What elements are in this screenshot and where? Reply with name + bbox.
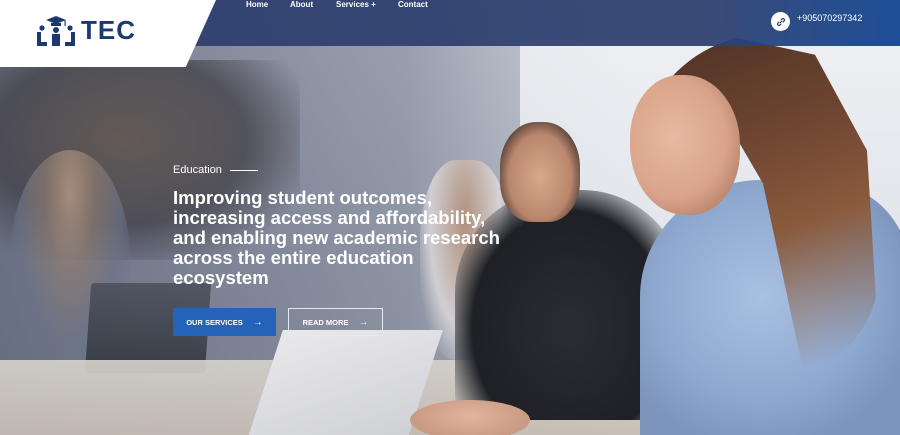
nav-services[interactable]: Services +: [336, 0, 376, 9]
nav-about[interactable]: About: [290, 0, 313, 9]
foreground-hand: [410, 400, 530, 435]
arrow-right-icon: →: [358, 316, 369, 328]
arrow-right-icon: →: [252, 316, 263, 328]
phone-number[interactable]: +905070297342: [797, 13, 862, 23]
link-icon[interactable]: [771, 12, 790, 31]
background-man-head: [500, 122, 580, 222]
read-more-label: READ MORE: [302, 317, 349, 327]
link-glyph: [776, 17, 785, 26]
hero-headline: Improving student outcomes, increasing a…: [173, 187, 500, 288]
graduation-people-icon: [37, 16, 75, 46]
read-more-button[interactable]: READ MORE →: [288, 308, 383, 336]
our-services-label: OUR SERVICES: [186, 317, 243, 327]
eyebrow-divider: [229, 169, 258, 171]
logo-text: TEC: [81, 15, 136, 45]
nav-contact[interactable]: Contact: [398, 0, 428, 9]
foreground-woman-face: [630, 75, 740, 215]
hero-eyebrow: Education: [173, 164, 258, 176]
our-services-button[interactable]: OUR SERVICES →: [173, 308, 276, 336]
logo-container[interactable]: TEC: [0, 0, 216, 67]
nav-home[interactable]: Home: [246, 0, 268, 9]
hero-eyebrow-label: Education: [173, 164, 222, 176]
